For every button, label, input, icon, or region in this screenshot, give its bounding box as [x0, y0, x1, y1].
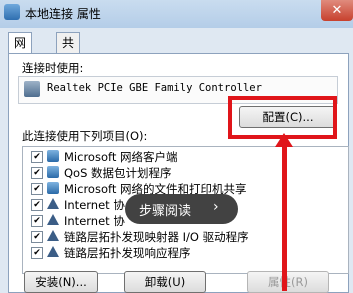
checkbox[interactable]: ✔ — [31, 183, 43, 195]
window-title: 本地连接 属性 — [25, 7, 101, 21]
checkbox[interactable]: ✔ — [31, 167, 43, 179]
close-button[interactable]: ✕ — [321, 0, 353, 21]
checkbox[interactable]: ✔ — [31, 215, 43, 227]
service-icon — [47, 182, 59, 194]
client-icon — [47, 150, 59, 162]
list-item-label: 链路层拓扑发现映射器 I/O 驱动程序 — [64, 230, 249, 244]
title-bar[interactable]: 本地连接 属性 ✕ — [0, 0, 353, 28]
install-button[interactable]: 安装(N)... — [24, 271, 98, 293]
network-adapter-icon — [24, 81, 40, 97]
arrow-shaft — [282, 144, 287, 291]
adapter-name: Realtek PCIe GBE Family Controller — [47, 82, 262, 94]
step-reading-overlay[interactable]: 步骤阅读 › — [125, 194, 238, 224]
tab-sharing[interactable]: 共享 — [56, 32, 81, 70]
properties-button[interactable]: 属性(R) — [247, 271, 329, 293]
protocol-icon — [47, 214, 59, 225]
list-item-label: Internet 协 — [64, 214, 125, 228]
checkbox[interactable]: ✔ — [31, 199, 43, 211]
list-item[interactable]: ✔ 链路层拓扑发现响应程序 — [23, 245, 343, 261]
checkbox[interactable]: ✔ — [31, 151, 43, 163]
list-item[interactable]: ✔ Microsoft 网络客户端 — [23, 149, 343, 165]
uninstall-button[interactable]: 卸载(U) — [124, 271, 206, 293]
list-item-label: QoS 数据包计划程序 — [64, 166, 172, 180]
tab-network[interactable]: 网络 — [8, 32, 33, 70]
network-connection-icon — [4, 4, 20, 20]
list-item[interactable]: ✔ QoS 数据包计划程序 — [23, 165, 343, 181]
items-label: 此连接使用下列项目(O): — [22, 129, 148, 143]
list-item-label: Microsoft 网络客户端 — [64, 150, 178, 164]
checkbox[interactable]: ✔ — [31, 231, 43, 243]
checkbox[interactable]: ✔ — [31, 247, 43, 259]
protocol-icon — [47, 230, 59, 241]
protocol-icon — [47, 198, 59, 209]
list-item-label: 链路层拓扑发现响应程序 — [64, 246, 191, 260]
list-item[interactable]: ✔ 链路层拓扑发现映射器 I/O 驱动程序 — [23, 229, 343, 245]
protocol-icon — [47, 246, 59, 257]
service-icon — [47, 166, 59, 178]
list-item-label: Internet 协 — [64, 198, 125, 212]
overlay-label: 步骤阅读 — [139, 204, 192, 219]
chevron-right-icon: › — [213, 199, 219, 215]
connect-using-label: 连接时使用: — [22, 61, 84, 75]
